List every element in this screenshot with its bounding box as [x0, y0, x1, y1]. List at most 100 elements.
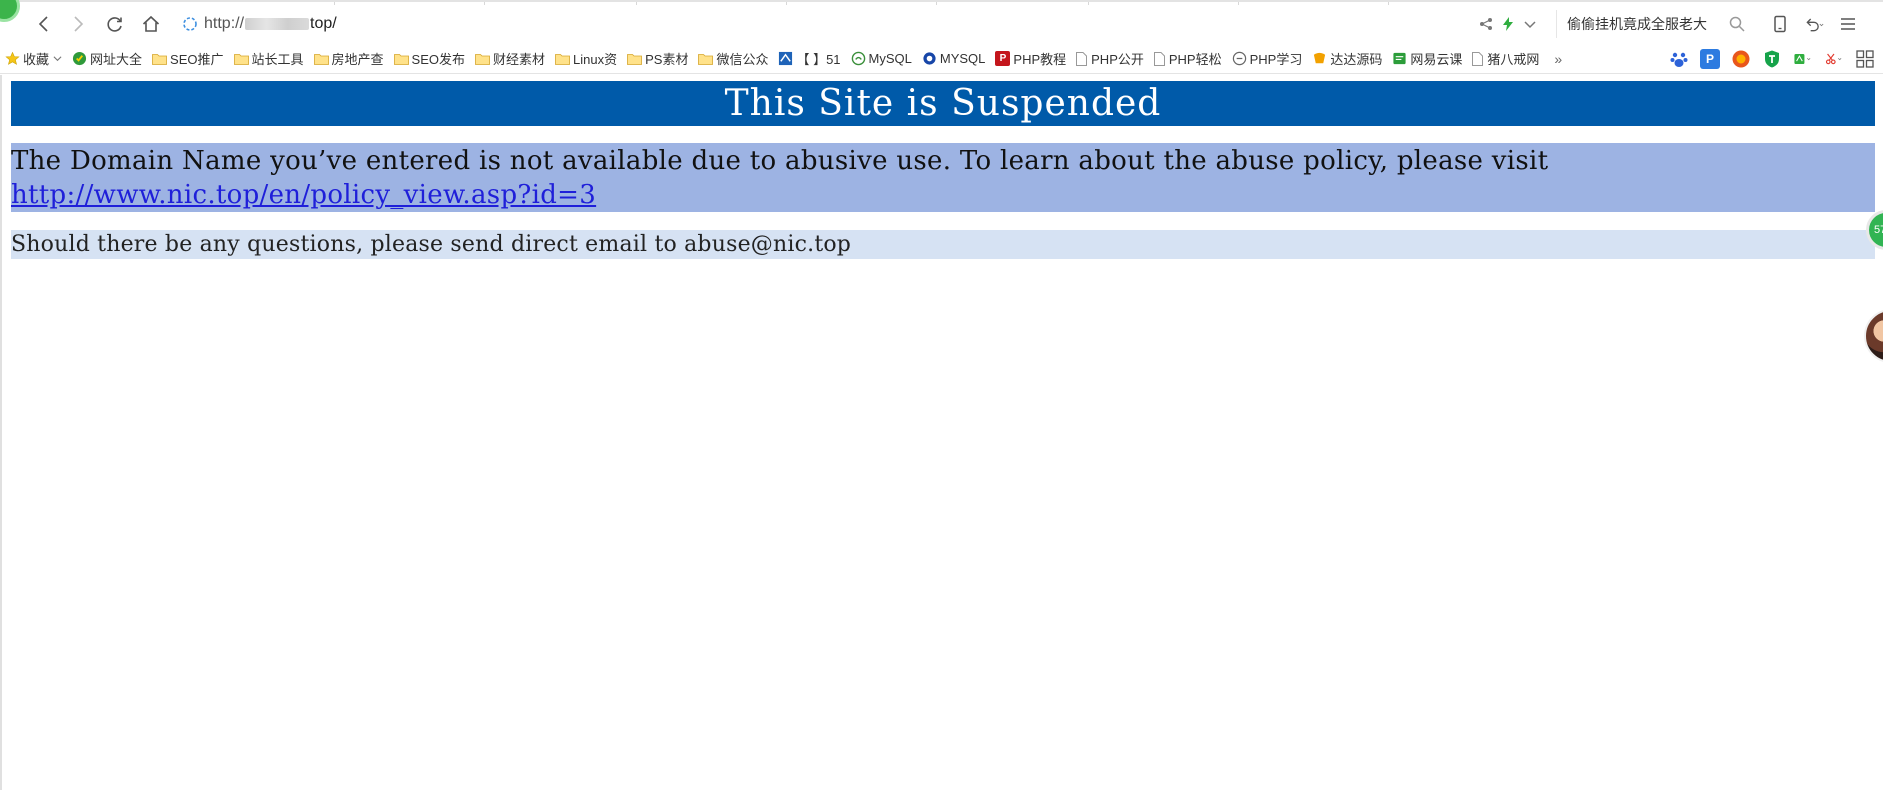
bookmark-label: 微信公众 [716, 52, 769, 67]
bookmark-netease[interactable]: 网易云课 [1387, 47, 1467, 71]
home-icon [142, 15, 160, 32]
bookmarks-bar: 收藏 网址大全 SEO推广 站长工具 房地产查 SEO发布 财经素材 Linux… [0, 44, 1883, 74]
url-prefix: http:// [204, 15, 245, 32]
contact-notice: Should there be any questions, please se… [11, 230, 1875, 259]
back-arrow-icon [38, 16, 48, 32]
folder-icon [393, 53, 409, 65]
bookmark-folder-wechat[interactable]: 微信公众 [693, 47, 773, 71]
tab-strip [0, 2, 1883, 5]
bookmarks-more-button[interactable]: » [1544, 47, 1572, 71]
loading-icon [183, 17, 197, 31]
bookmark-folder-linux[interactable]: Linux资 [550, 47, 622, 71]
page-icon [1076, 51, 1088, 66]
float-avatar[interactable] [1864, 309, 1883, 363]
dada-icon [1314, 52, 1326, 64]
bookmark-zbj[interactable]: 猪八戒网 [1467, 47, 1544, 71]
bookmark-label: 财经素材 [493, 52, 546, 67]
bookmark-label: 收藏 [23, 52, 50, 67]
mobile-icon[interactable] [1770, 14, 1790, 34]
search-input[interactable]: 偷偷挂机竟成全服老大 [1556, 10, 1746, 38]
hao-icon [72, 51, 87, 66]
bookmark-label: PHP学习 [1249, 52, 1303, 67]
bookmark-label: 网易云课 [1410, 52, 1463, 67]
chevron-down-icon [53, 56, 62, 62]
folder-icon [698, 53, 714, 65]
undo-icon[interactable] [1804, 14, 1824, 34]
bookmark-folder-tools[interactable]: 站长工具 [229, 47, 309, 71]
bookmark-label: 达达源码 [1330, 52, 1383, 67]
php-p-icon: P [995, 51, 1011, 66]
bookmark-php-tutorial[interactable]: P PHP教程 [990, 47, 1071, 71]
bookmark-folder-ps[interactable]: PS素材 [622, 47, 693, 71]
address-bar[interactable]: http:// top/ [182, 10, 1462, 38]
page-icon [1472, 51, 1484, 66]
folder-icon [475, 53, 490, 65]
mysql-icon [851, 51, 865, 66]
mysql2-icon [923, 52, 936, 65]
bookmark-folder-seo[interactable]: SEO推广 [147, 47, 228, 71]
bookmark-mysql-2[interactable]: MYSQL [917, 47, 991, 71]
folder-icon [233, 53, 249, 65]
search-text: 偷偷挂机竟成全服老大 [1567, 16, 1707, 32]
forward-button[interactable] [63, 10, 93, 38]
page-content: This Site is Suspended The Domain Name y… [0, 75, 1883, 790]
reload-button[interactable] [100, 10, 130, 38]
folder-icon [313, 53, 329, 65]
apps-grid-icon[interactable] [1855, 49, 1875, 69]
folder-icon [152, 53, 167, 65]
netease-icon [1393, 52, 1406, 65]
bookmark-folder-seo-publish[interactable]: SEO发布 [389, 47, 470, 71]
bookmark-label: PS素材 [645, 52, 689, 67]
bookmark-favorites[interactable]: 收藏 [0, 47, 67, 71]
folder-icon [627, 53, 643, 65]
screenshot-scissors-icon[interactable] [1824, 49, 1844, 69]
bookmark-label: PHP公开 [1091, 52, 1144, 67]
address-actions [1478, 12, 1538, 36]
forward-arrow-icon [74, 16, 84, 32]
bookmark-folder-realestate[interactable]: 房地产查 [309, 47, 389, 71]
bookmark-label: 站长工具 [251, 52, 304, 67]
bookmark-label: PHP轻松 [1168, 52, 1222, 67]
bookmark-label: 猪八戒网 [1487, 52, 1540, 67]
extension-icons: P [1669, 47, 1875, 71]
search-icon[interactable] [1727, 14, 1747, 34]
chevron-down-icon[interactable] [1522, 16, 1538, 32]
bookmark-dada[interactable]: 达达源码 [1307, 47, 1387, 71]
browser-logo-icon [0, 0, 20, 22]
reload-icon [107, 17, 122, 32]
suspension-notice: The Domain Name you’ve entered is not av… [11, 143, 1875, 212]
menu-icon[interactable] [1838, 14, 1858, 34]
shield-icon[interactable] [1762, 49, 1782, 69]
bookmark-site-51[interactable]: 【 】51 [773, 47, 845, 71]
toolbar-right [1770, 10, 1858, 38]
baidu-paw-icon[interactable] [1669, 49, 1689, 69]
bookmark-php-learn[interactable]: PHP学习 [1227, 47, 1308, 71]
bookmark-label: 【 】51 [796, 52, 841, 67]
bookmark-label: MYSQL [939, 51, 986, 66]
url-suffix: top/ [310, 15, 337, 32]
url-redacted [245, 18, 310, 30]
back-button[interactable] [29, 10, 59, 38]
bookmark-label: MySQL [868, 51, 912, 66]
browser-toolbar: http:// top/ 偷偷挂机竟成全服老大 [0, 0, 1883, 44]
share-icon[interactable] [1478, 16, 1494, 32]
page-title: This Site is Suspended [11, 81, 1875, 126]
bookmark-label: Linux资 [573, 52, 618, 67]
bookmark-php-public[interactable]: PHP公开 [1071, 47, 1149, 71]
policy-link[interactable]: http://www.nic.top/en/policy_view.asp?id… [11, 180, 596, 210]
folder-icon [555, 53, 570, 65]
bookmark-hao[interactable]: 网址大全 [67, 47, 147, 71]
bookmark-label: SEO推广 [170, 52, 224, 67]
site-icon [779, 51, 793, 66]
bookmark-php-easy[interactable]: PHP轻松 [1149, 47, 1227, 71]
bookmark-folder-finance[interactable]: 财经素材 [470, 47, 550, 71]
p-extension-icon[interactable]: P [1700, 49, 1720, 69]
star-icon [5, 51, 20, 65]
firefox-icon[interactable] [1731, 49, 1751, 69]
bookmark-mysql[interactable]: MySQL [846, 47, 917, 71]
lightning-icon[interactable] [1500, 16, 1516, 32]
bookmark-label: PHP教程 [1013, 52, 1067, 67]
translate-icon[interactable] [1793, 49, 1813, 69]
home-button[interactable] [136, 10, 166, 38]
page-icon [1153, 51, 1165, 66]
